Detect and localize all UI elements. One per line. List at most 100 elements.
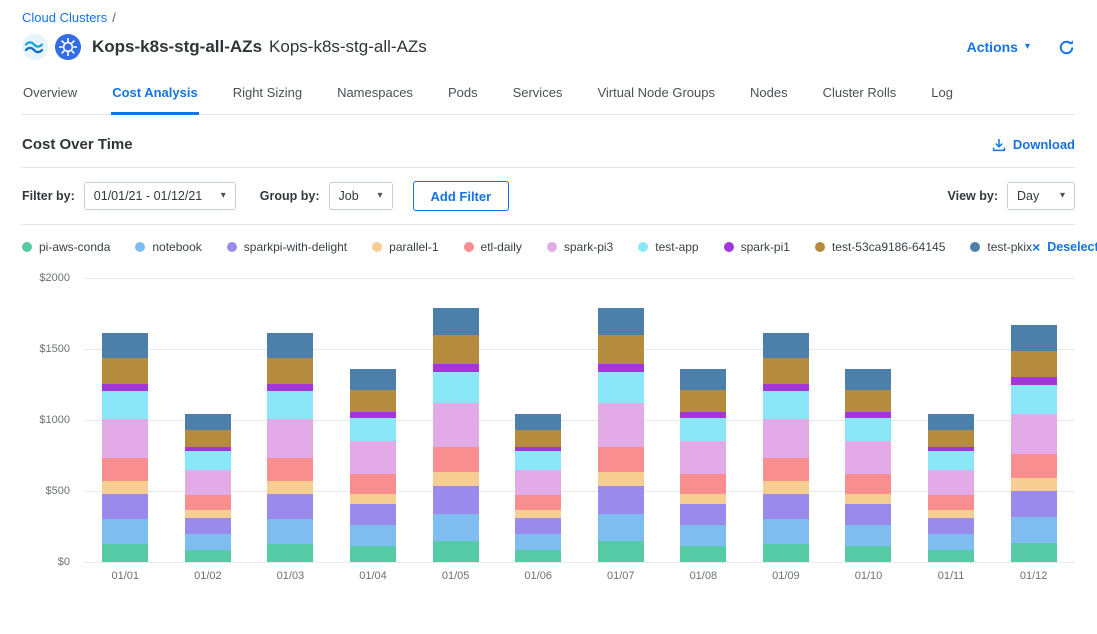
- bar-segment-spark-pi3[interactable]: [598, 403, 644, 446]
- bar-segment-sparkpi-with-delight[interactable]: [598, 486, 644, 514]
- bar-01-10[interactable]: [845, 369, 891, 562]
- bar-segment-pi-aws-conda[interactable]: [267, 544, 313, 562]
- bar-segment-sparkpi-with-delight[interactable]: [267, 494, 313, 519]
- bar-segment-test-53ca9186-64145[interactable]: [1011, 351, 1057, 378]
- bar-segment-test-pkix[interactable]: [1011, 325, 1057, 351]
- bar-segment-etl-daily[interactable]: [267, 458, 313, 481]
- bar-segment-spark-pi3[interactable]: [185, 470, 231, 495]
- bar-segment-sparkpi-with-delight[interactable]: [928, 518, 974, 534]
- bar-01-01[interactable]: [102, 333, 148, 562]
- bar-segment-pi-aws-conda[interactable]: [1011, 543, 1057, 562]
- bar-segment-test-app[interactable]: [598, 372, 644, 404]
- bar-segment-parallel-1[interactable]: [350, 494, 396, 505]
- bar-segment-parallel-1[interactable]: [267, 481, 313, 494]
- bar-segment-test-app[interactable]: [763, 391, 809, 419]
- bar-segment-test-app[interactable]: [433, 372, 479, 404]
- bar-segment-test-pkix[interactable]: [350, 369, 396, 390]
- bar-segment-sparkpi-with-delight[interactable]: [845, 504, 891, 525]
- bar-segment-etl-daily[interactable]: [598, 447, 644, 472]
- bar-segment-spark-pi3[interactable]: [350, 441, 396, 474]
- bar-01-08[interactable]: [680, 369, 726, 562]
- legend-item-test-53ca9186-64145[interactable]: test-53ca9186-64145: [815, 240, 945, 254]
- legend-item-notebook[interactable]: notebook: [135, 240, 201, 254]
- bar-segment-sparkpi-with-delight[interactable]: [102, 494, 148, 519]
- bar-segment-parallel-1[interactable]: [928, 510, 974, 518]
- bar-01-05[interactable]: [433, 308, 479, 562]
- bar-segment-etl-daily[interactable]: [1011, 454, 1057, 478]
- bar-segment-spark-pi3[interactable]: [1011, 414, 1057, 454]
- bar-segment-sparkpi-with-delight[interactable]: [515, 518, 561, 534]
- bar-segment-spark-pi1[interactable]: [598, 364, 644, 372]
- bar-segment-pi-aws-conda[interactable]: [185, 550, 231, 562]
- tab-namespaces[interactable]: Namespaces: [336, 75, 414, 115]
- bar-01-03[interactable]: [267, 333, 313, 562]
- bar-segment-notebook[interactable]: [185, 534, 231, 550]
- tab-log[interactable]: Log: [930, 75, 954, 115]
- bar-segment-notebook[interactable]: [433, 514, 479, 542]
- legend-item-test-app[interactable]: test-app: [638, 240, 698, 254]
- bar-segment-pi-aws-conda[interactable]: [928, 550, 974, 562]
- bar-segment-test-pkix[interactable]: [598, 308, 644, 335]
- bar-segment-spark-pi1[interactable]: [1011, 377, 1057, 384]
- bar-segment-spark-pi3[interactable]: [680, 441, 726, 474]
- date-range-select[interactable]: 01/01/21 - 01/12/21 ▾: [84, 182, 236, 210]
- bar-segment-test-53ca9186-64145[interactable]: [845, 390, 891, 412]
- bar-segment-test-pkix[interactable]: [515, 414, 561, 430]
- tab-pods[interactable]: Pods: [447, 75, 479, 115]
- bar-segment-spark-pi1[interactable]: [433, 364, 479, 372]
- bar-segment-test-app[interactable]: [515, 451, 561, 469]
- bar-01-04[interactable]: [350, 369, 396, 562]
- bar-segment-parallel-1[interactable]: [763, 481, 809, 494]
- bar-segment-etl-daily[interactable]: [763, 458, 809, 481]
- legend-item-sparkpi-with-delight[interactable]: sparkpi-with-delight: [227, 240, 347, 254]
- bar-segment-sparkpi-with-delight[interactable]: [185, 518, 231, 534]
- bar-segment-test-53ca9186-64145[interactable]: [102, 358, 148, 384]
- bar-segment-notebook[interactable]: [102, 519, 148, 544]
- legend-item-spark-pi1[interactable]: spark-pi1: [724, 240, 790, 254]
- bar-segment-test-pkix[interactable]: [267, 333, 313, 358]
- bar-segment-etl-daily[interactable]: [433, 447, 479, 472]
- bar-segment-etl-daily[interactable]: [845, 474, 891, 493]
- bar-segment-parallel-1[interactable]: [1011, 478, 1057, 491]
- breadcrumb-cloud-clusters[interactable]: Cloud Clusters: [22, 10, 107, 25]
- bar-segment-spark-pi3[interactable]: [845, 441, 891, 474]
- deselect-all-button[interactable]: × Deselect All: [1032, 240, 1097, 254]
- bar-segment-sparkpi-with-delight[interactable]: [1011, 491, 1057, 517]
- bar-segment-test-53ca9186-64145[interactable]: [763, 358, 809, 384]
- view-by-select[interactable]: Day ▾: [1007, 182, 1075, 210]
- bar-segment-pi-aws-conda[interactable]: [102, 544, 148, 562]
- bar-segment-pi-aws-conda[interactable]: [350, 546, 396, 562]
- bar-segment-test-53ca9186-64145[interactable]: [350, 390, 396, 412]
- bar-segment-pi-aws-conda[interactable]: [598, 541, 644, 562]
- bar-segment-notebook[interactable]: [928, 534, 974, 550]
- bar-segment-test-app[interactable]: [267, 391, 313, 419]
- legend-item-test-pkix[interactable]: test-pkix: [970, 240, 1032, 254]
- bar-segment-pi-aws-conda[interactable]: [433, 541, 479, 562]
- bar-segment-etl-daily[interactable]: [515, 495, 561, 510]
- bar-segment-notebook[interactable]: [845, 525, 891, 546]
- bar-segment-notebook[interactable]: [350, 525, 396, 546]
- tab-overview[interactable]: Overview: [22, 75, 78, 115]
- tab-services[interactable]: Services: [512, 75, 564, 115]
- bar-segment-pi-aws-conda[interactable]: [680, 546, 726, 562]
- tab-nodes[interactable]: Nodes: [749, 75, 789, 115]
- bar-segment-sparkpi-with-delight[interactable]: [433, 486, 479, 514]
- bar-segment-spark-pi3[interactable]: [267, 419, 313, 458]
- bar-segment-pi-aws-conda[interactable]: [845, 546, 891, 562]
- bar-segment-sparkpi-with-delight[interactable]: [680, 504, 726, 525]
- bar-segment-test-pkix[interactable]: [102, 333, 148, 358]
- bar-segment-parallel-1[interactable]: [845, 494, 891, 505]
- bar-segment-etl-daily[interactable]: [680, 474, 726, 493]
- bar-segment-test-53ca9186-64145[interactable]: [928, 430, 974, 446]
- bar-segment-test-53ca9186-64145[interactable]: [267, 358, 313, 384]
- bar-segment-test-app[interactable]: [928, 451, 974, 469]
- tab-right-sizing[interactable]: Right Sizing: [232, 75, 303, 115]
- legend-item-etl-daily[interactable]: etl-daily: [464, 240, 522, 254]
- bar-segment-pi-aws-conda[interactable]: [763, 544, 809, 562]
- bar-01-02[interactable]: [185, 414, 231, 562]
- legend-item-parallel-1[interactable]: parallel-1: [372, 240, 438, 254]
- legend-item-spark-pi3[interactable]: spark-pi3: [547, 240, 613, 254]
- bar-01-11[interactable]: [928, 414, 974, 562]
- bar-segment-parallel-1[interactable]: [102, 481, 148, 494]
- actions-button[interactable]: Actions ▾: [967, 39, 1030, 55]
